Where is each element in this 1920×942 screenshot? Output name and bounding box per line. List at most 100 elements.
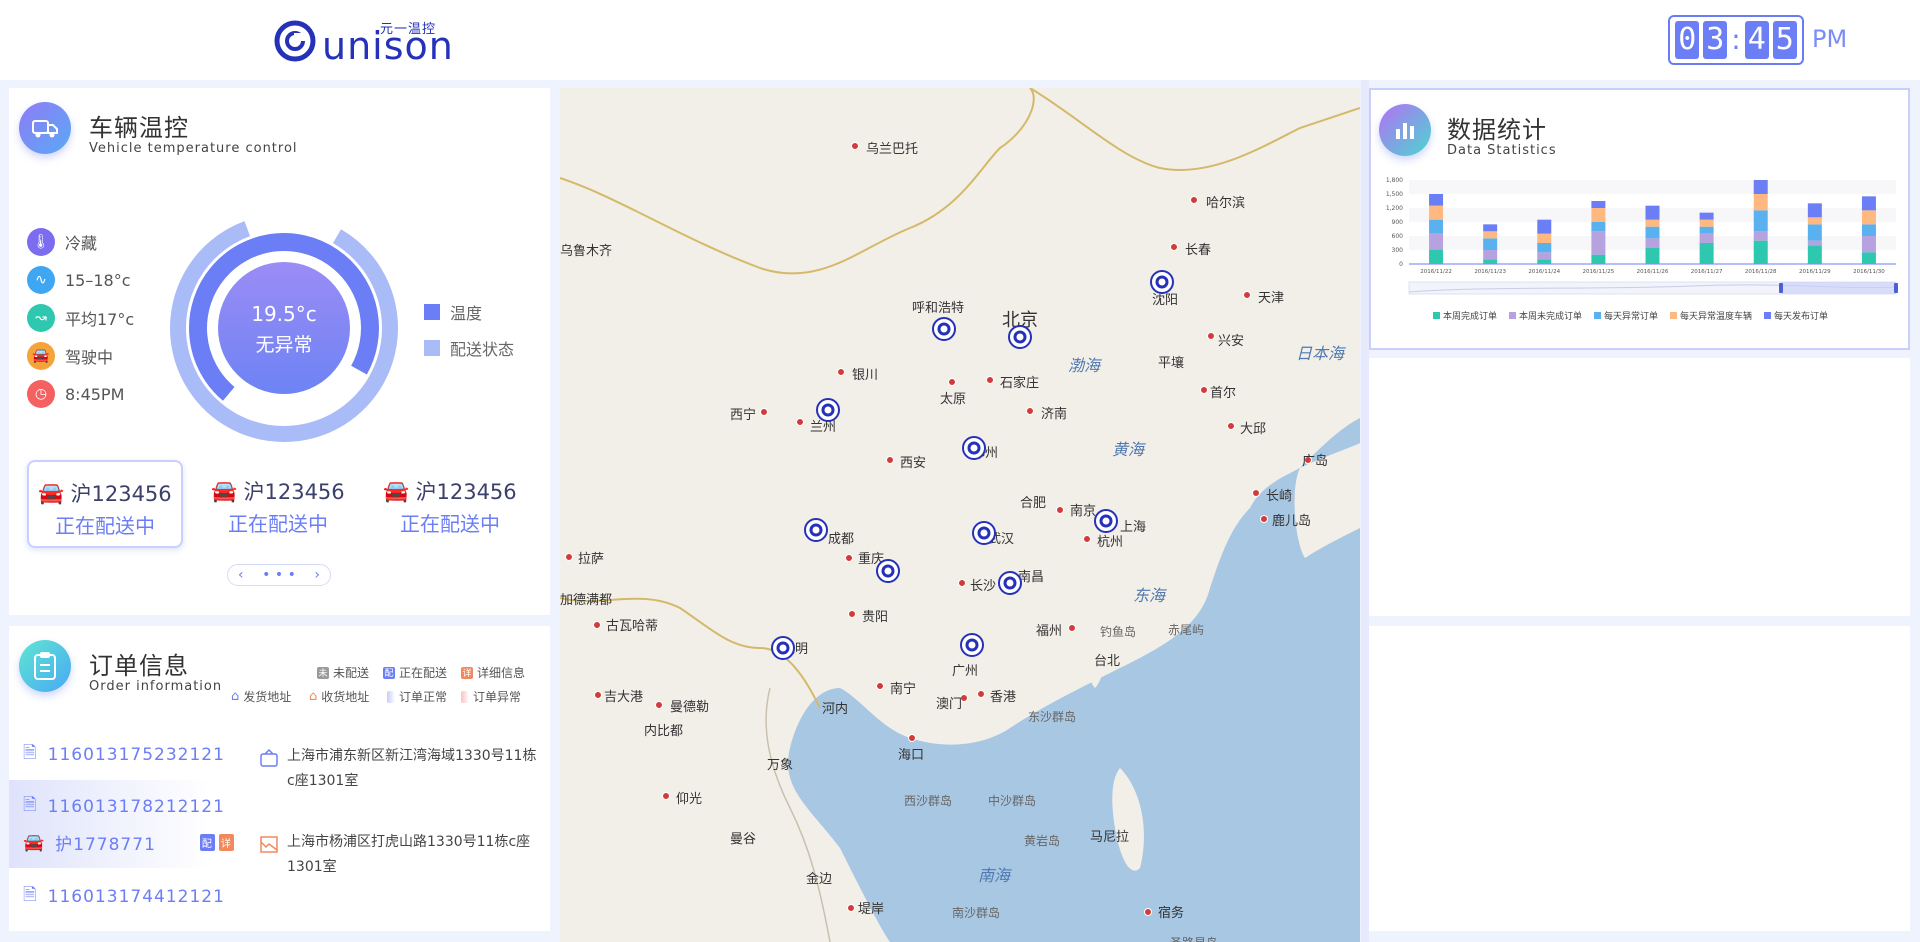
vehicle-location-marker-icon[interactable]: [876, 559, 900, 583]
vehicle-card[interactable]: 🚘 沪123456 正在配送中: [200, 460, 356, 548]
vehicle-info-text: 平均17°c: [65, 310, 135, 329]
vehicle-panel: 车辆温控 Vehicle temperature control 🌡 冷藏 ∿ …: [9, 88, 550, 615]
legend-temperature: 温度: [424, 300, 482, 324]
zoom-slider-window: [1781, 282, 1896, 294]
bar-segment: [1645, 226, 1660, 239]
pager-dots[interactable]: • • •: [262, 567, 296, 583]
legend-label: 本周未完成订单: [1519, 310, 1582, 322]
vehicle-location-marker-icon[interactable]: [771, 636, 795, 660]
vehicle-info-text: 15–18°c: [65, 270, 131, 290]
ship-to-address: 上海市杨浦区打虎山路1330号11栋c座1301室: [260, 830, 537, 880]
city-label: 上海: [1120, 520, 1147, 535]
vehicle-location-marker-icon[interactable]: [1094, 509, 1118, 533]
legend-swatch: [1433, 312, 1440, 319]
legend-label: 订单异常: [473, 690, 522, 704]
city-label: 澳门: [936, 697, 963, 712]
order-item[interactable]: 🗎 116013175232121: [23, 740, 225, 769]
panel-title: 车辆温控: [89, 114, 189, 142]
city-dot: [847, 904, 855, 912]
island-label: 中沙群岛: [988, 794, 1037, 808]
vehicle-location-marker-icon[interactable]: [962, 436, 986, 460]
y-tick-label: 1,200: [1386, 205, 1403, 212]
island-label: 赤尾屿: [1168, 623, 1205, 637]
bar-segment: [1699, 212, 1714, 220]
city-label: 银川: [852, 368, 879, 383]
island-label: 东沙群岛: [1028, 710, 1077, 724]
city-dot: [845, 554, 853, 562]
panel-title: 订单信息: [89, 652, 189, 680]
vehicle-location-marker-icon[interactable]: [972, 521, 996, 545]
x-tick-label: 2016/11/23: [1474, 269, 1506, 275]
city-label: 哈尔滨: [1206, 196, 1246, 211]
order-abnormal-swatch: [461, 690, 469, 703]
city-dot: [1026, 407, 1034, 415]
trend-icon: ↝: [27, 304, 55, 332]
city-dot: [886, 456, 894, 464]
document-icon: 🗎: [23, 885, 38, 905]
city-dot: [958, 579, 966, 587]
gauge-status: 无异常: [255, 334, 312, 356]
city-label: 长崎: [1266, 489, 1293, 504]
city-label: 河内: [822, 702, 849, 717]
city-dot: [655, 701, 663, 709]
sea-label: 南海: [978, 866, 1011, 885]
bar-segment: [1753, 194, 1768, 211]
truck-icon: [19, 102, 71, 154]
clipboard-icon: [19, 640, 71, 692]
vehicle-card[interactable]: 🚘 沪123456 正在配送中: [27, 460, 183, 548]
city-label: 堤岸: [858, 902, 885, 917]
bar-segment: [1483, 224, 1498, 232]
city-dot: [1068, 624, 1076, 632]
bar-segment: [1483, 238, 1498, 250]
vehicle-location-marker-icon[interactable]: [1150, 270, 1174, 294]
bar-segment: [1807, 240, 1822, 246]
order-vehicle-row[interactable]: 🚘 护1778771 配 详: [23, 830, 234, 855]
city-label: 福州: [1036, 624, 1063, 639]
vehicle-location-marker-icon[interactable]: [998, 571, 1022, 595]
delivering-badge[interactable]: 配: [199, 834, 215, 851]
y-tick-label: 300: [1392, 247, 1404, 254]
ship-from-icon: ⌂: [231, 689, 240, 704]
vehicle-location-marker-icon[interactable]: [1008, 325, 1032, 349]
vehicle-card[interactable]: 🚘 沪123456 正在配送中: [372, 460, 528, 548]
city-dot: [1190, 196, 1198, 204]
bar-chart-icon: [1379, 104, 1431, 156]
details-badge[interactable]: 详: [218, 834, 234, 851]
vehicle-location-marker-icon[interactable]: [932, 317, 956, 341]
empty-panel: [1369, 358, 1910, 616]
pager-prev-button[interactable]: ‹: [238, 567, 244, 583]
car-icon: 🚘: [27, 342, 55, 370]
bar-segment: [1645, 219, 1660, 227]
undelivered-icon: 未: [317, 666, 329, 679]
city-label: 海口: [898, 748, 925, 763]
order-number: 116013178212121: [47, 796, 225, 817]
city-label: 首尔: [1210, 386, 1237, 401]
panel-subtitle: Data Statistics: [1447, 143, 1557, 158]
empty-panel: [1369, 626, 1910, 931]
bar-segment: [1483, 231, 1498, 239]
city-dot: [837, 368, 845, 376]
bar-segment: [1645, 205, 1660, 220]
bar-segment: [1537, 243, 1552, 253]
china-map[interactable]: 渤海 黄海 东海 南海 日本海 乌兰巴托 哈尔滨 长春 沈阳 天津 呼和浩特 北…: [560, 88, 1360, 942]
city-dot: [908, 734, 916, 742]
vehicle-location-marker-icon[interactable]: [816, 398, 840, 422]
pager-next-button[interactable]: ›: [314, 567, 320, 583]
y-tick-label: 900: [1392, 219, 1404, 226]
vehicle-location-marker-icon[interactable]: [960, 633, 984, 657]
bar-segment: [1645, 247, 1660, 264]
bar-segment: [1861, 196, 1876, 211]
legend-swatch: [424, 340, 440, 356]
bar-segment: [1591, 201, 1606, 208]
island-label: 圣路易岛: [1170, 934, 1218, 942]
city-label: 香港: [990, 690, 1017, 705]
legend-ship-to: ⌂ 收货地址: [309, 688, 369, 705]
order-item[interactable]: 🗎 116013174412121: [23, 882, 225, 911]
order-item-selected[interactable]: 🗎 116013178212121: [23, 792, 225, 821]
plate-number: 沪123456: [70, 482, 172, 506]
y-tick-label: 1,800: [1386, 177, 1403, 184]
city-label: 合肥: [1020, 496, 1047, 511]
x-tick-label: 2016/11/22: [1420, 269, 1452, 275]
city-label: 平壤: [1158, 356, 1185, 371]
vehicle-location-marker-icon[interactable]: [804, 518, 828, 542]
